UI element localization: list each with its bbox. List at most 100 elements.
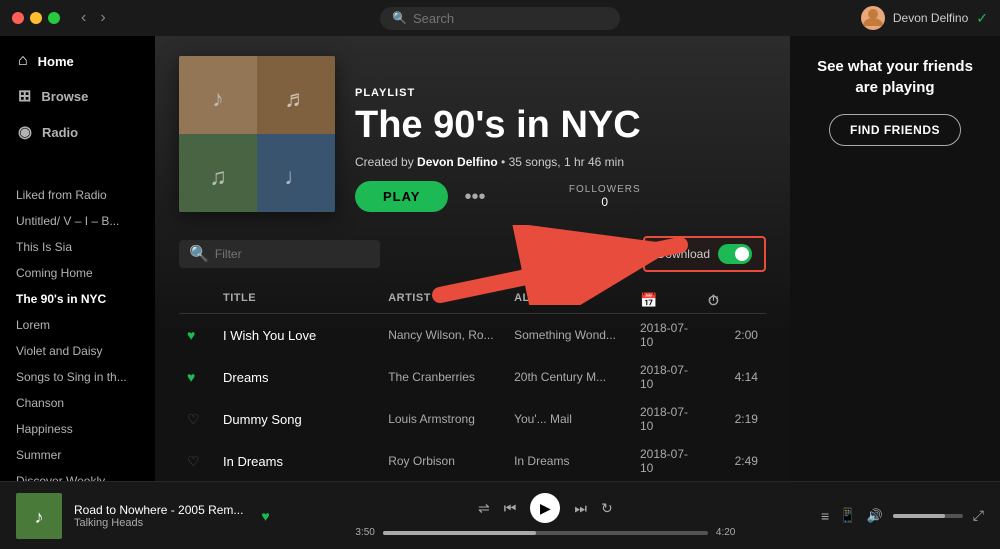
player-heart-icon[interactable]: ♥ [261,508,269,524]
track-name: In Dreams [223,454,380,469]
track-heart-icon[interactable]: ♥ [187,327,215,343]
time-current: 3:50 [355,527,374,538]
sidebar-item-liked-radio[interactable]: Liked from Radio [0,182,155,208]
sidebar-item-90s-nyc[interactable]: The 90's in NYC [0,286,155,312]
minimize-button[interactable] [30,12,42,24]
sidebar-item-untitled[interactable]: Untitled/ V – I – B... [0,208,155,234]
sidebar-item-happiness[interactable]: Happiness [0,416,155,442]
sidebar-item-home[interactable]: ⌂ Home [8,44,147,78]
progress-fill [383,531,536,535]
track-album: Something Wond... [514,328,632,342]
search-icon: 🔍 [392,11,407,25]
search-bar[interactable]: 🔍 [380,7,620,30]
sidebar-item-summer[interactable]: Summer [0,442,155,468]
play-pause-button[interactable]: ▶ [530,493,560,523]
close-button[interactable] [12,12,24,24]
download-label: Download [657,247,710,261]
player-track-info: Road to Nowhere - 2005 Rem... Talking He… [74,503,243,529]
prev-button[interactable]: ⏮ [504,500,517,517]
sidebar-item-coming-home[interactable]: Coming Home [0,260,155,286]
devices-icon[interactable]: 📱 [839,507,856,524]
sidebar-item-label: Radio [42,125,78,140]
track-heart-icon[interactable]: ♡ [187,453,215,470]
track-artist: Roy Orbison [388,454,506,468]
filter-icon: 🔍 [189,244,209,264]
more-options-button[interactable]: ••• [464,187,485,207]
track-row[interactable]: ♡ Dummy Song Louis Armstrong You'... Mai… [179,398,766,440]
track-duration: 2:19 [708,412,758,426]
track-date: 2018-07-10 [640,321,700,349]
user-area: Devon Delfino ✓ [861,6,988,30]
player-bar: ♪ Road to Nowhere - 2005 Rem... Talking … [0,481,1000,549]
forward-button[interactable]: › [95,7,110,29]
svg-text:♩: ♩ [284,164,307,190]
creator-link[interactable]: Devon Delfino [417,155,498,169]
sidebar-item-label: Browse [41,89,88,104]
svg-text:♪: ♪ [212,86,224,112]
playlist-type-label: PLAYLIST [355,87,641,99]
sidebar-item-radio[interactable]: ◉ Radio [8,114,147,150]
followers-block: FOLLOWERS 0 [569,184,641,209]
sidebar-item-this-is-sia[interactable]: This Is Sia [0,234,155,260]
track-artist: Louis Armstrong [388,412,506,426]
track-date: 2018-07-10 [640,363,700,391]
playlist-list: Liked from Radio Untitled/ V – I – B... … [0,182,155,481]
maximize-button[interactable] [48,12,60,24]
main-layout: ⌂ Home ⊞ Browse ◉ Radio Liked from Radio… [0,36,1000,481]
volume-fill [893,514,946,518]
filter-input-wrap[interactable]: 🔍 [179,240,380,268]
sidebar-item-violet[interactable]: Violet and Daisy [0,338,155,364]
download-toggle[interactable] [718,244,752,264]
volume-icon: 🔊 [867,508,883,524]
browse-icon: ⊞ [18,86,31,106]
sidebar-item-label: Home [38,54,74,69]
next-button[interactable]: ⏭ [574,500,587,517]
track-album: You'... Mail [514,412,632,426]
col-title: TITLE [223,292,380,309]
player-right: ≡ 📱 🔊 ⤢ [821,507,984,524]
repeat-button[interactable]: ↻ [601,500,613,517]
volume-bar[interactable] [893,514,963,518]
track-heart-icon[interactable]: ♡ [187,411,215,428]
back-button[interactable]: ‹ [76,7,91,29]
find-friends-button[interactable]: FIND FRIENDS [829,114,961,146]
sidebar-item-browse[interactable]: ⊞ Browse [8,78,147,114]
track-duration: 2:49 [708,454,758,468]
fullscreen-icon[interactable]: ⤢ [973,507,984,524]
titlebar: ‹ › 🔍 Devon Delfino ✓ [0,0,1000,36]
shuffle-button[interactable]: ⇌ [478,500,490,517]
time-total: 4:20 [716,527,735,538]
queue-icon[interactable]: ≡ [821,508,829,524]
sidebar-nav: ⌂ Home ⊞ Browse ◉ Radio [0,44,155,150]
sidebar-item-songs[interactable]: Songs to Sing in th... [0,364,155,390]
player-controls: ⇌ ⏮ ▶ ⏭ ↻ 3:50 4:20 [282,493,809,538]
track-duration: 2:00 [708,328,758,342]
cover-cell-4: ♩ [257,134,335,212]
svg-text:♫: ♫ [209,164,227,190]
track-row[interactable]: ♥ Dreams The Cranberries 20th Century M.… [179,356,766,398]
sidebar-item-lorem[interactable]: Lorem [0,312,155,338]
player-track-artist: Talking Heads [74,517,243,529]
filter-input[interactable] [215,247,370,261]
track-artist: Nancy Wilson, Ro... [388,328,506,342]
track-row[interactable]: ♡ In Dreams Roy Orbison In Dreams 2018-0… [179,440,766,481]
progress-bar[interactable] [383,531,708,535]
playlist-info: PLAYLIST The 90's in NYC Created by Devo… [355,56,641,212]
col-duration-icon: ⏱ [708,292,758,309]
download-toggle-area[interactable]: Download [643,236,766,272]
track-duration: 4:14 [708,370,758,384]
progress-bar-wrap: 3:50 4:20 [355,527,735,538]
play-button[interactable]: PLAY [355,181,448,212]
search-input[interactable] [413,11,608,26]
track-row[interactable]: ♥ I Wish You Love Nancy Wilson, Ro... So… [179,314,766,356]
track-list: ♥ I Wish You Love Nancy Wilson, Ro... So… [179,314,766,481]
player-buttons: ⇌ ⏮ ▶ ⏭ ↻ [478,493,613,523]
track-heart-icon[interactable]: ♥ [187,369,215,385]
cover-cell-3: ♫ [179,134,257,212]
sidebar-item-chanson[interactable]: Chanson [0,390,155,416]
col-date-icon: 📅 [640,292,700,309]
track-name: Dreams [223,370,380,385]
playlist-actions: PLAY ••• FOLLOWERS 0 [355,181,641,212]
track-date: 2018-07-10 [640,447,700,475]
sidebar-item-discover[interactable]: Discover Weekly [0,468,155,481]
